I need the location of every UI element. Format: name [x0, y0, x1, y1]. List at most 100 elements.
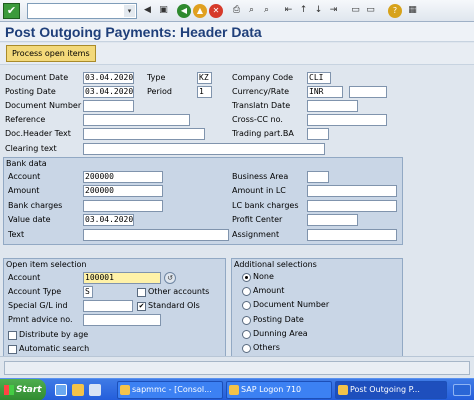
bank-data-title: Bank data	[6, 159, 47, 168]
application-toolbar: Process open items	[0, 43, 474, 65]
standard-ois-checkbox[interactable]: ✔	[137, 302, 146, 311]
bank-account-label: Account	[8, 172, 41, 181]
taskbar-item-sapmmc[interactable]: sapmmc - [Consol...	[117, 381, 223, 399]
matchcode-icon[interactable]: ↺	[164, 272, 176, 284]
reference-field[interactable]	[83, 114, 190, 126]
layout-menu-icon[interactable]: ▦	[406, 3, 419, 18]
windows-logo-icon	[4, 385, 14, 395]
shortcut-icon[interactable]: ▭	[364, 3, 377, 18]
assignment-field[interactable]	[307, 229, 397, 241]
find-next-icon[interactable]: ⌕	[260, 3, 273, 18]
document-date-label: Document Date	[5, 73, 69, 82]
previous-page-icon[interactable]: ↑	[297, 3, 310, 18]
business-area-label: Business Area	[232, 172, 289, 181]
other-accounts-label: Other accounts	[148, 287, 210, 296]
start-button[interactable]: Start	[0, 379, 46, 400]
bank-account-field[interactable]: 200000	[83, 171, 163, 183]
command-field[interactable]: ▾	[27, 3, 137, 19]
doc-header-text-field[interactable]	[83, 128, 205, 140]
radio-posting-date[interactable]	[242, 316, 251, 325]
status-bar	[0, 356, 474, 378]
translatn-date-label: Translatn Date	[232, 101, 291, 110]
exit-icon[interactable]: ▲	[193, 4, 207, 18]
open-item-selection-title: Open item selection	[6, 260, 87, 269]
back-icon[interactable]: ◀	[177, 4, 191, 18]
collapse-icon[interactable]: ◀	[141, 3, 154, 18]
cancel-icon[interactable]: ✕	[209, 4, 223, 18]
cross-cc-label: Cross-CC no.	[232, 115, 283, 124]
quicklaunch-desktop-icon[interactable]	[89, 384, 101, 396]
radio-none[interactable]	[242, 273, 251, 282]
type-field[interactable]: KZ	[197, 72, 212, 84]
trading-part-field[interactable]	[307, 128, 329, 140]
system-toolbar: ✔ ▾ ◀ ▣ ◀ ▲ ✕ ⎙ ⌕ ⌕ ⇤ ↑ ↓ ⇥ ▭ ▭ ? ▦	[0, 0, 474, 22]
taskbar-item-sap-logon[interactable]: SAP Logon 710	[226, 381, 332, 399]
account-type-label: Account Type	[8, 287, 62, 296]
save-icon[interactable]: ▣	[157, 3, 170, 18]
mmc-icon	[120, 385, 130, 395]
taskbar-item-post-outgoing[interactable]: Post Outgoing P...	[335, 381, 447, 399]
quicklaunch-folder-icon[interactable]	[72, 384, 84, 396]
radio-amount[interactable]	[242, 287, 251, 296]
value-date-field[interactable]: 03.04.2020	[83, 214, 134, 226]
enter-check-icon[interactable]: ✔	[3, 3, 20, 19]
distribute-by-age-checkbox[interactable]	[8, 331, 17, 340]
doc-header-text-label: Doc.Header Text	[5, 129, 71, 138]
text-field[interactable]	[83, 229, 229, 241]
command-dropdown-icon[interactable]: ▾	[124, 5, 135, 17]
trading-part-label: Trading part.BA	[232, 129, 294, 138]
additional-selections-title: Additional selections	[234, 260, 317, 269]
exchange-rate-field[interactable]	[349, 86, 387, 98]
radio-dunning-area[interactable]	[242, 330, 251, 339]
last-page-icon[interactable]: ⇥	[327, 3, 340, 18]
special-gl-label: Special G/L ind	[8, 301, 68, 310]
special-gl-field[interactable]	[83, 300, 133, 312]
clearing-text-field[interactable]	[83, 143, 325, 155]
posting-date-field[interactable]: 03.04.2020	[83, 86, 134, 98]
radio-document-number[interactable]	[242, 301, 251, 310]
bank-charges-field[interactable]	[83, 200, 163, 212]
document-date-field[interactable]: 03.04.2020	[83, 72, 134, 84]
taskbar-item-label: sapmmc - [Consol...	[132, 385, 212, 394]
next-page-icon[interactable]: ↓	[312, 3, 325, 18]
tray-icon[interactable]	[453, 384, 471, 396]
company-code-field[interactable]: CLI	[307, 72, 331, 84]
period-field[interactable]: 1	[197, 86, 212, 98]
type-label: Type	[147, 73, 166, 82]
automatic-search-checkbox[interactable]	[8, 345, 17, 354]
other-accounts-checkbox[interactable]	[137, 288, 146, 297]
page-title: Post Outgoing Payments: Header Data	[5, 24, 262, 40]
company-code-label: Company Code	[232, 73, 294, 82]
lc-bank-charges-field[interactable]	[307, 200, 397, 212]
profit-center-field[interactable]	[307, 214, 358, 226]
quicklaunch-ie-icon[interactable]	[55, 384, 67, 396]
pmnt-advice-label: Pmnt advice no.	[8, 315, 73, 324]
cross-cc-field[interactable]	[307, 114, 387, 126]
taskbar-item-label: Post Outgoing P...	[350, 385, 420, 394]
amount-label: Amount	[8, 186, 40, 195]
amount-lc-field[interactable]	[307, 185, 397, 197]
document-number-field[interactable]	[83, 100, 134, 112]
radio-others-label: Others	[253, 343, 280, 352]
business-area-field[interactable]	[307, 171, 329, 183]
help-icon[interactable]: ?	[388, 4, 402, 18]
sap-logon-icon	[229, 385, 239, 395]
find-icon[interactable]: ⌕	[245, 3, 258, 18]
new-session-icon[interactable]: ▭	[349, 3, 362, 18]
account-type-field[interactable]: S	[83, 286, 93, 298]
translatn-date-field[interactable]	[307, 100, 358, 112]
radio-others[interactable]	[242, 344, 251, 353]
amount-field[interactable]: 200000	[83, 185, 163, 197]
radio-posting-date-label: Posting Date	[253, 315, 304, 324]
clearing-text-label: Clearing text	[5, 144, 57, 153]
amount-lc-label: Amount in LC	[232, 186, 286, 195]
oi-account-field[interactable]: 100001	[83, 272, 161, 284]
value-date-label: Value date	[8, 215, 51, 224]
print-icon[interactable]: ⎙	[230, 3, 243, 18]
process-open-items-button[interactable]: Process open items	[6, 45, 96, 62]
first-page-icon[interactable]: ⇤	[282, 3, 295, 18]
pmnt-advice-field[interactable]	[83, 314, 161, 326]
automatic-search-label: Automatic search	[19, 344, 90, 353]
posting-date-label: Posting Date	[5, 87, 56, 96]
currency-field[interactable]: INR	[307, 86, 343, 98]
